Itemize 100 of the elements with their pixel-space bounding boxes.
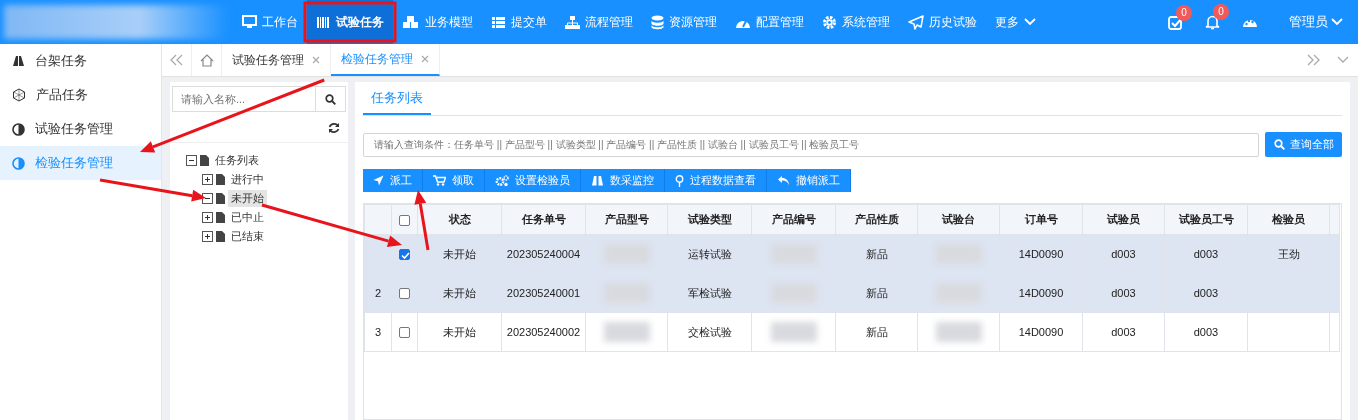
row-number: 3 xyxy=(374,326,382,338)
table-cell: d003 xyxy=(1082,273,1165,313)
file-icon xyxy=(216,231,225,242)
barcode-icon xyxy=(316,15,331,29)
table-cell: 未开始 xyxy=(417,234,502,274)
toolbar-button[interactable]: 数采监控 xyxy=(581,169,665,192)
checkbox-icon xyxy=(1168,14,1183,30)
toolbar-button[interactable]: 领取 xyxy=(423,169,485,192)
select-all-checkbox[interactable] xyxy=(399,214,410,226)
sitemap-icon xyxy=(565,15,580,29)
page-tab[interactable]: 试验任务管理 xyxy=(222,44,331,76)
table-row[interactable]: 3 未开始 202305240002 交检试验 新品 14D0090 d003 d003 xyxy=(364,312,1340,352)
tree-node[interactable]: 已结束 xyxy=(228,228,267,245)
cubes-icon xyxy=(402,15,420,29)
column-header: 试验员工号 xyxy=(1164,204,1248,235)
table-cell: 202305240004 xyxy=(501,234,586,274)
file-icon xyxy=(216,174,225,185)
cart-icon xyxy=(433,175,446,186)
nav-item[interactable]: 系统管理 xyxy=(813,0,899,44)
chevron-down-icon xyxy=(1337,56,1349,64)
search-field[interactable]: 请输入名称... xyxy=(172,86,316,112)
nav-item[interactable]: 工作台 xyxy=(233,0,307,44)
table-cell: 14D0090 xyxy=(999,273,1083,313)
row-number: 2 xyxy=(374,287,382,299)
column-header: 试验员 xyxy=(1082,204,1165,235)
nav-item[interactable]: 资源管理 xyxy=(642,0,726,44)
table-row[interactable]: 未开始 202305240004 运转试验 新品 14D0090 d003 d003 王劲 xyxy=(364,234,1340,274)
table-cell: 王劲 xyxy=(1247,234,1330,274)
table-cell: 运转试验 xyxy=(667,234,752,274)
table-cell: 202305240002 xyxy=(501,312,586,352)
table-cell: 未开始 xyxy=(417,273,502,313)
bell-icon xyxy=(1205,14,1220,30)
nav-item[interactable]: 更多 xyxy=(986,0,1045,44)
table-cell: 新品 xyxy=(835,234,918,274)
sidebar-item[interactable]: 试验任务管理 xyxy=(0,112,161,146)
table-cell: d003 xyxy=(1164,234,1248,274)
sidebar-item[interactable]: 检验任务管理 xyxy=(0,146,161,180)
blurred-value xyxy=(603,322,650,342)
sidebar-item[interactable]: 台架任务 xyxy=(0,44,161,78)
column-header: 任务单号 xyxy=(501,204,586,235)
file-icon xyxy=(216,193,225,204)
count-badge: 0 xyxy=(1176,4,1192,21)
search-icon xyxy=(1273,139,1285,150)
row-checkbox[interactable] xyxy=(399,327,410,339)
map-pin-icon xyxy=(675,174,684,187)
settings-icon xyxy=(822,14,837,30)
annotation-arrow xyxy=(414,190,430,251)
close-icon xyxy=(312,56,320,64)
table-cell: 军检试验 xyxy=(667,273,752,313)
row-checkbox[interactable] xyxy=(399,288,410,300)
table-cell: d003 xyxy=(1082,234,1165,274)
nav-item[interactable]: 配置管理 xyxy=(726,0,813,44)
list-icon xyxy=(491,15,506,29)
table-cell: d003 xyxy=(1164,312,1248,352)
tree-node[interactable]: 任务列表 xyxy=(212,152,262,169)
tree-node[interactable]: 已中止 xyxy=(228,209,267,226)
column-header: 产品型号 xyxy=(585,204,668,235)
table-cell: d003 xyxy=(1082,312,1165,352)
half-circle-icon xyxy=(12,122,25,136)
table-cell: d003 xyxy=(1164,273,1248,313)
nav-item[interactable]: 业务模型 xyxy=(393,0,482,44)
table-cell: 14D0090 xyxy=(999,234,1083,274)
nav-item[interactable]: 提交单 xyxy=(482,0,556,44)
table-cell: 未开始 xyxy=(417,312,502,352)
search-button[interactable] xyxy=(316,86,346,112)
table-row[interactable]: 2 未开始 202305240001 军检试验 新品 14D0090 d003 d003 xyxy=(364,273,1340,313)
paper-plane-icon xyxy=(908,14,924,30)
undo-icon xyxy=(777,175,790,186)
toolbar-button[interactable]: 设置检验员 xyxy=(485,169,581,192)
column-header: 订单号 xyxy=(999,204,1083,235)
monitor-icon xyxy=(242,15,257,29)
tree-node[interactable]: 进行中 xyxy=(228,171,267,188)
column-header: 试验台 xyxy=(917,204,1000,235)
query-field[interactable]: 请输入查询条件：任务单号 || 产品型号 || 试验类型 || 产品编号 || 产品性质 || 试验台 || 试验员工号 || 检验员工号 xyxy=(363,132,1259,157)
panel-tab[interactable]: 任务列表 xyxy=(363,82,431,115)
file-icon xyxy=(216,212,225,223)
toolbar-button[interactable]: 过程数据查看 xyxy=(665,169,767,192)
user-menu[interactable]: 管理员 xyxy=(1280,13,1352,31)
tree-node[interactable]: 未开始 xyxy=(228,190,267,207)
half-circle-icon xyxy=(12,156,25,170)
nav-item[interactable]: 流程管理 xyxy=(556,0,642,44)
sidebar-item[interactable]: 产品任务 xyxy=(0,78,161,112)
double-chevron-right-icon xyxy=(1306,54,1320,66)
toolbar-button[interactable]: 撤销派工 xyxy=(767,169,851,192)
location-arrow-icon xyxy=(373,175,384,186)
query-all-button[interactable]: 查询全部 xyxy=(1265,132,1342,157)
table-cell: 202305240001 xyxy=(501,273,586,313)
blurred-value xyxy=(770,322,817,342)
column-header: 试验类型 xyxy=(667,204,752,235)
nav-item[interactable]: 历史试验 xyxy=(899,0,986,44)
table-cell: 交检试验 xyxy=(667,312,752,352)
blurred-value xyxy=(935,322,982,342)
toolbar-button[interactable]: 派工 xyxy=(363,169,423,192)
search-icon xyxy=(325,93,336,105)
table-cell: 14D0090 xyxy=(999,312,1083,352)
row-checkbox[interactable] xyxy=(399,249,410,261)
file-icon xyxy=(200,155,209,166)
double-chevron-left-icon xyxy=(170,54,183,66)
column-header: 产品编号 xyxy=(751,204,836,235)
column-header: 状态 xyxy=(417,204,502,235)
